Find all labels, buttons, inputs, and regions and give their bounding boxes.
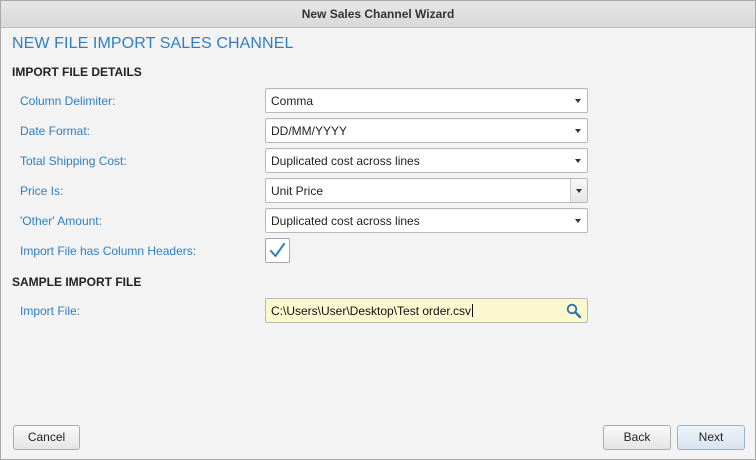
checkmark-icon <box>270 243 285 257</box>
other-amount-value: Duplicated cost across lines <box>271 214 420 228</box>
import-file-value: C:\Users\User\Desktop\Test order.csv <box>271 304 474 318</box>
column-delimiter-select[interactable]: Comma <box>265 88 588 113</box>
column-delimiter-label: Column Delimiter: <box>20 94 116 108</box>
column-delimiter-value: Comma <box>271 94 314 108</box>
window-title: New Sales Channel Wizard <box>1 1 755 28</box>
price-is-value: Unit Price <box>271 184 324 198</box>
search-icon[interactable] <box>566 303 582 322</box>
chevron-down-icon <box>576 189 582 193</box>
price-is-dropdown-button[interactable] <box>570 179 587 202</box>
chevron-down-icon <box>575 129 581 133</box>
section-sample-import-file: SAMPLE IMPORT FILE <box>12 275 142 289</box>
has-headers-checkbox[interactable] <box>265 238 290 263</box>
has-headers-label: Import File has Column Headers: <box>20 244 197 258</box>
chevron-down-icon <box>575 219 581 223</box>
date-format-label: Date Format: <box>20 124 91 138</box>
total-shipping-cost-select[interactable]: Duplicated cost across lines <box>265 148 588 173</box>
import-file-input[interactable]: C:\Users\User\Desktop\Test order.csv <box>265 298 588 323</box>
cancel-button[interactable]: Cancel <box>13 425 80 450</box>
import-file-label: Import File: <box>20 304 81 318</box>
back-button[interactable]: Back <box>603 425 671 450</box>
total-shipping-cost-label: Total Shipping Cost: <box>20 154 127 168</box>
date-format-value: DD/MM/YYYY <box>271 124 348 138</box>
wizard-window: New Sales Channel Wizard NEW FILE IMPORT… <box>0 0 756 460</box>
page-title: NEW FILE IMPORT SALES CHANNEL <box>12 35 294 52</box>
section-import-file-details: IMPORT FILE DETAILS <box>12 65 142 79</box>
chevron-down-icon <box>575 159 581 163</box>
next-button[interactable]: Next <box>677 425 745 450</box>
total-shipping-cost-value: Duplicated cost across lines <box>271 154 420 168</box>
price-is-label: Price Is: <box>20 184 64 198</box>
date-format-select[interactable]: DD/MM/YYYY <box>265 118 588 143</box>
chevron-down-icon <box>575 99 581 103</box>
price-is-select[interactable]: Unit Price <box>265 178 588 203</box>
other-amount-select[interactable]: Duplicated cost across lines <box>265 208 588 233</box>
other-amount-label: 'Other' Amount: <box>20 214 102 228</box>
